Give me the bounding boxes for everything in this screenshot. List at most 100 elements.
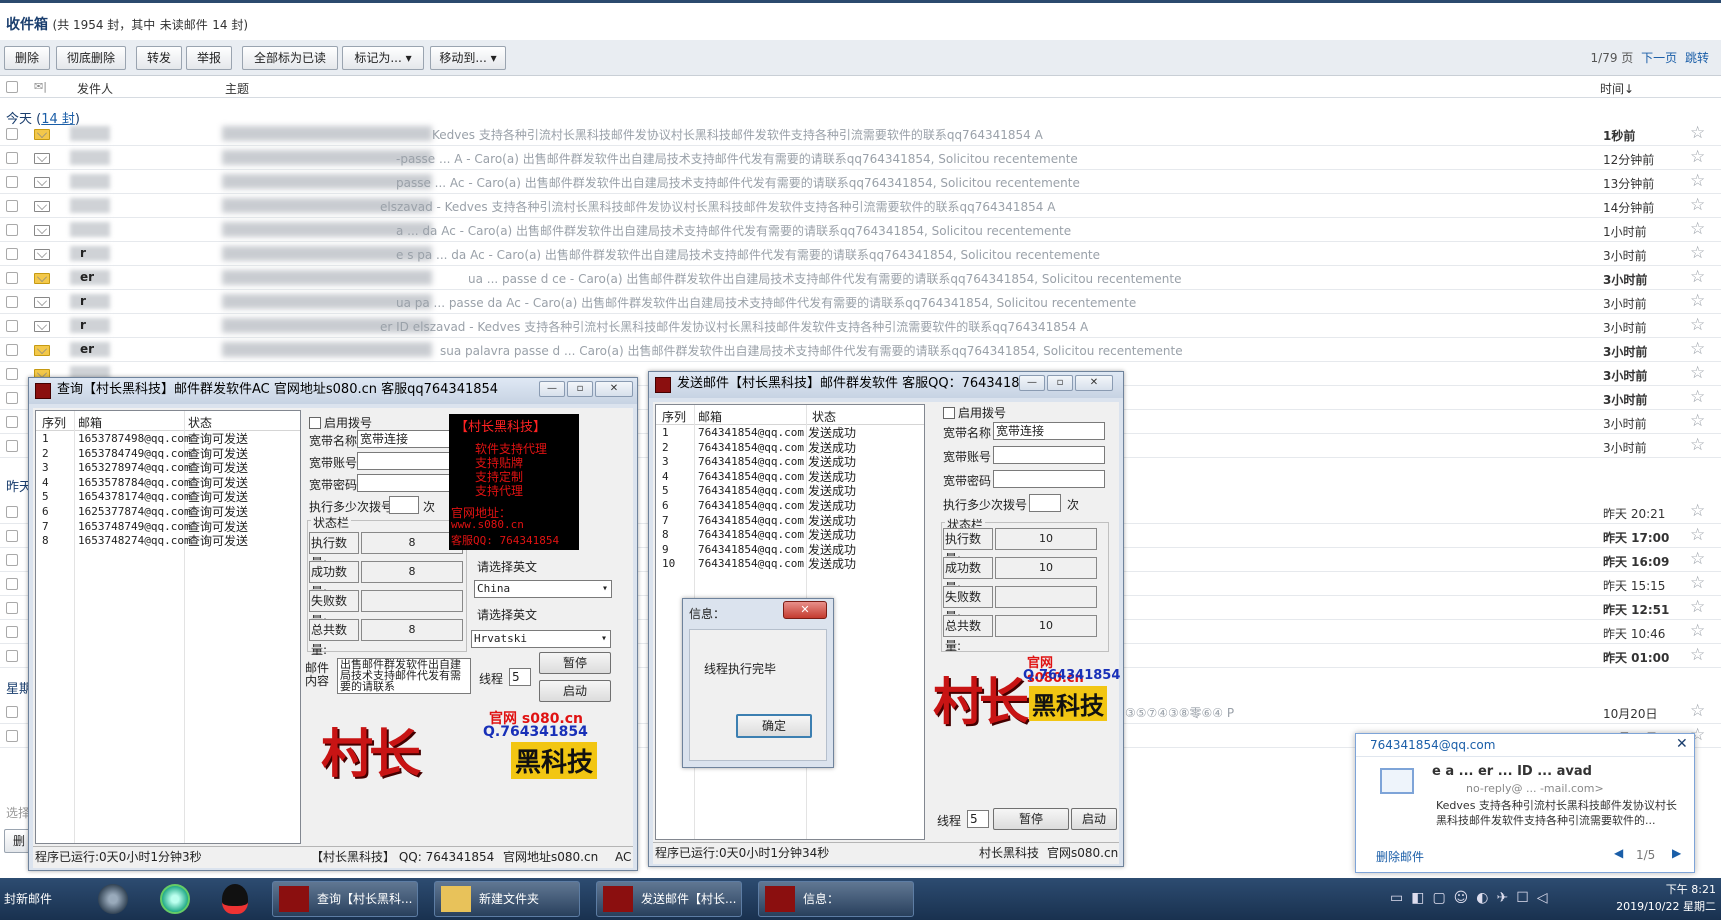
thread-input[interactable]: 5 [509,668,531,686]
grid-row[interactable]: 7 1653748749@qq.com 查询可发送 [36,520,300,535]
grid-row[interactable]: 3 764341854@qq.com 发送成功 [656,455,924,470]
tray-time[interactable]: 下午 8:21 [1580,881,1716,897]
qq-icon[interactable] [222,884,248,914]
close-button[interactable]: ✕ [595,381,633,397]
row-checkbox[interactable] [6,730,18,742]
star-icon[interactable]: ☆ [1690,435,1705,455]
star-icon[interactable]: ☆ [1690,701,1705,721]
grid-row[interactable]: 8 764341854@qq.com 发送成功 [656,528,924,543]
row-checkbox[interactable] [6,176,18,188]
move-to-dropdown[interactable]: 移动到... ▾ [430,46,506,70]
row-checkbox[interactable] [6,626,18,638]
start-button[interactable]: 启动 [1071,808,1117,830]
row-checkbox[interactable] [6,578,18,590]
grid-row[interactable]: 5 764341854@qq.com 发送成功 [656,484,924,499]
close-button[interactable]: ✕ [1075,375,1113,391]
grid-row[interactable]: 4 764341854@qq.com 发送成功 [656,470,924,485]
bb-name-input[interactable]: 宽带连接 [993,422,1105,440]
star-icon[interactable]: ☆ [1690,573,1705,593]
row-checkbox[interactable] [6,554,18,566]
row-checkbox[interactable] [6,128,18,140]
grid-row[interactable]: 6 764341854@qq.com 发送成功 [656,499,924,514]
task-folder[interactable]: 新建文件夹 [434,881,580,917]
row-checkbox[interactable] [6,152,18,164]
next-page-link[interactable]: 下一页 [1641,51,1677,65]
task-send[interactable]: 发送邮件【村长... [596,881,742,917]
task-info[interactable]: 信息： [758,881,914,917]
row-checkbox[interactable] [6,530,18,542]
star-icon[interactable]: ☆ [1690,621,1705,641]
grid-row[interactable]: 5 1654378174@qq.com 查询可发送 [36,490,300,505]
mail-row[interactable]: elszavad - Kedves 支持各种引流村长黑科技邮件发协议村长黑科技邮… [0,194,1721,218]
time-column[interactable]: 时间↓ [1600,80,1634,97]
row-checkbox[interactable] [6,296,18,308]
info-close-button[interactable]: ✕ [783,601,827,619]
mark-as-dropdown[interactable]: 标记为... ▾ [342,46,424,70]
bb-name-input[interactable]: 宽带连接 [357,430,459,448]
dial-times-input[interactable] [389,496,419,514]
media-player-icon[interactable] [98,884,128,914]
maximize-button[interactable]: ▫ [1047,375,1073,391]
ok-button[interactable]: 确定 [736,714,812,738]
content-textarea[interactable]: 出售邮件群发软件出自建局技术支持邮件代发有需要的请联系qq764341854 [337,658,471,694]
maximize-button[interactable]: ▫ [567,381,593,397]
grid-row[interactable]: 7 764341854@qq.com 发送成功 [656,514,924,529]
mail-row[interactable]: r e s pa ... da Ac - Caro(a) 出售邮件群发软件出自建局… [0,242,1721,266]
star-icon[interactable]: ☆ [1690,243,1705,263]
toast-next-icon[interactable]: ▶ [1672,846,1681,860]
row-checkbox[interactable] [6,320,18,332]
star-icon[interactable]: ☆ [1690,291,1705,311]
query-list-grid[interactable]: 序列 邮箱 状态 1 1653787498@qq.com 查询可发送 2 1653784… [35,410,301,844]
toast-close-icon[interactable]: ✕ [1676,736,1688,752]
tray-date[interactable]: 2019/10/22 星期二 [1580,898,1716,914]
lang-select-1[interactable]: China [474,580,612,598]
dial-times-input[interactable] [1029,494,1061,512]
grid-row[interactable]: 4 1653578784@qq.com 查询可发送 [36,476,300,491]
row-checkbox[interactable] [6,200,18,212]
select-all-checkbox[interactable] [6,81,18,93]
grid-row[interactable]: 9 764341854@qq.com 发送成功 [656,543,924,558]
subject-column[interactable]: 主题 [225,80,249,97]
star-icon[interactable]: ☆ [1690,411,1705,431]
mail-row[interactable]: a ... da Ac - Caro(a) 出售邮件群发软件出自建局技术支持邮件… [0,218,1721,242]
row-checkbox[interactable] [6,650,18,662]
row-checkbox[interactable] [6,440,18,452]
grid-row[interactable]: 1 764341854@qq.com 发送成功 [656,426,924,441]
star-icon[interactable]: ☆ [1690,171,1705,191]
grid-row[interactable]: 1 1653787498@qq.com 查询可发送 [36,432,300,447]
thread-input[interactable]: 5 [967,810,989,828]
star-icon[interactable]: ☆ [1690,501,1705,521]
mail-row[interactable]: r ua pa ... passe da Ac - Caro(a) 出售邮件群发软… [0,290,1721,314]
star-icon[interactable]: ☆ [1690,195,1705,215]
mail-row[interactable]: -passe ... A - Caro(a) 出售邮件群发软件出自建局技术支持邮… [0,146,1721,170]
bb-account-input[interactable] [357,452,459,470]
mail-row[interactable]: r er ID elszavad - Kedves 支持各种引流村长黑科技邮件发协… [0,314,1721,338]
pause-button[interactable]: 暂停 [539,652,611,674]
bb-password-input[interactable] [357,474,459,492]
bb-account-input[interactable] [993,446,1105,464]
tray-icons[interactable]: ▭◧▢☺◐✈☐◁ [1390,890,1556,906]
star-icon[interactable]: ☆ [1690,387,1705,407]
dial-checkbox[interactable]: 启用拨号 [943,404,1006,421]
row-checkbox[interactable] [6,224,18,236]
mail-row[interactable]: passe ... Ac - Caro(a) 出售邮件群发软件出自建局技术支持邮… [0,170,1721,194]
jump-link[interactable]: 跳转 [1685,51,1709,65]
report-button[interactable]: 举报 [186,46,232,70]
star-icon[interactable]: ☆ [1690,549,1705,569]
row-checkbox[interactable] [6,416,18,428]
row-checkbox[interactable] [6,368,18,380]
sender-column[interactable]: 发件人 [77,80,113,97]
grid-row[interactable]: 2 764341854@qq.com 发送成功 [656,441,924,456]
pause-button[interactable]: 暂停 [993,808,1069,830]
unread-link[interactable]: 未读邮件 [160,18,208,32]
delete-permanently-button[interactable]: 彻底删除 [56,46,126,70]
mark-all-read-button[interactable]: 全部标为已读 [242,46,338,70]
grid-row[interactable]: 3 1653278974@qq.com 查询可发送 [36,461,300,476]
minimize-button[interactable]: — [539,381,565,397]
toast-delete-link[interactable]: 删除邮件 [1376,848,1424,865]
grid-row[interactable]: 8 1653748274@qq.com 查询可发送 [36,534,300,549]
row-checkbox[interactable] [6,272,18,284]
row-checkbox[interactable] [6,392,18,404]
star-icon[interactable]: ☆ [1690,147,1705,167]
mail-row[interactable]: er ua ... passe d ce - Caro(a) 出售邮件群发软件出自… [0,266,1721,290]
